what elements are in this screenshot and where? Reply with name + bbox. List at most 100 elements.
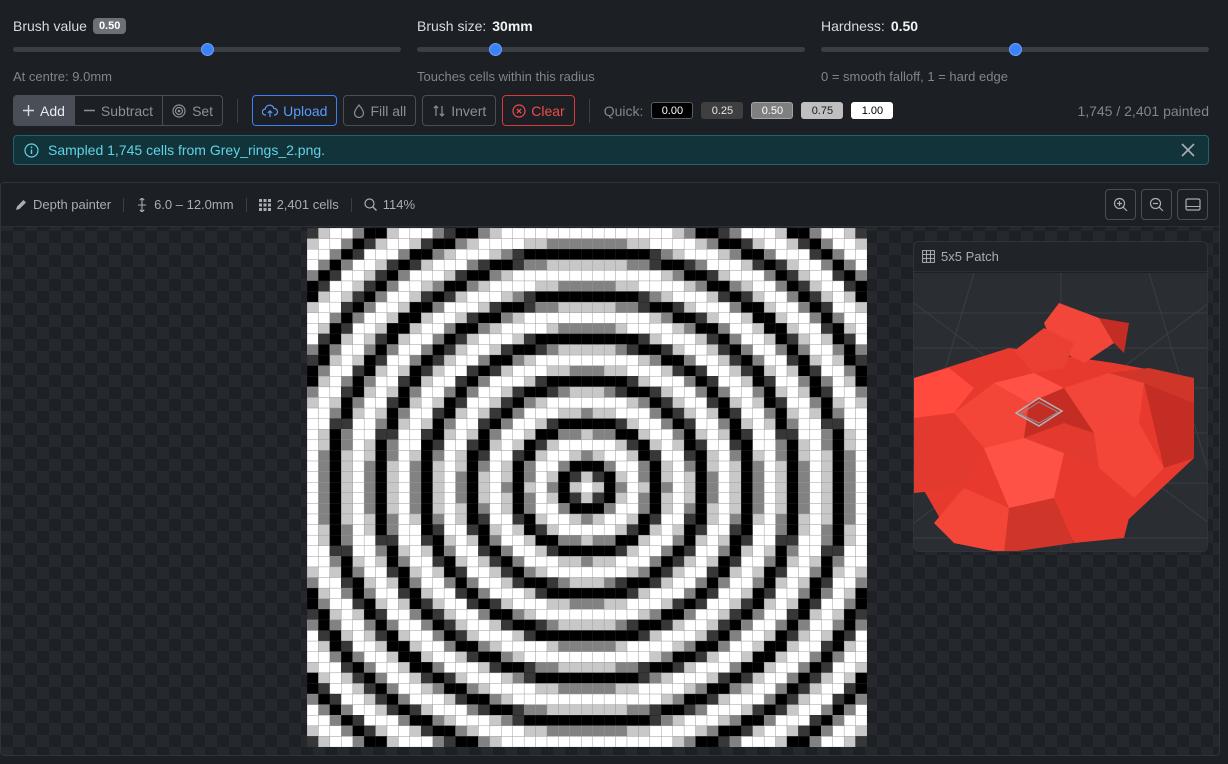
- grid-cell[interactable]: [661, 248, 673, 261]
- grid-cell[interactable]: [489, 503, 502, 515]
- grid-cell[interactable]: [363, 662, 376, 674]
- grid-cell[interactable]: [729, 534, 742, 547]
- grid-cell[interactable]: [363, 301, 376, 313]
- grid-cell[interactable]: [432, 693, 445, 705]
- grid-cell[interactable]: [386, 556, 399, 568]
- grid-cell[interactable]: [592, 429, 605, 441]
- grid-cell[interactable]: [363, 556, 376, 568]
- grid-cell[interactable]: [683, 407, 696, 419]
- grid-cell[interactable]: [501, 683, 513, 695]
- grid-cell[interactable]: [432, 577, 445, 589]
- grid-cell[interactable]: [786, 376, 799, 388]
- grid-cell[interactable]: [489, 693, 502, 705]
- grid-cell[interactable]: [329, 365, 342, 377]
- grid-cell[interactable]: [501, 301, 513, 313]
- grid-cell[interactable]: [615, 736, 628, 747]
- grid-cell[interactable]: [341, 524, 353, 536]
- grid-cell[interactable]: [546, 619, 559, 631]
- grid-cell[interactable]: [352, 259, 365, 271]
- grid-cell[interactable]: [455, 291, 468, 303]
- grid-cell[interactable]: [329, 248, 342, 261]
- grid-cell[interactable]: [649, 672, 662, 684]
- grid-cell[interactable]: [363, 693, 376, 705]
- grid-cell[interactable]: [786, 683, 799, 695]
- grid-cell[interactable]: [363, 577, 376, 589]
- grid-cell[interactable]: [661, 365, 673, 377]
- grid-cell[interactable]: [615, 534, 628, 547]
- grid-cell[interactable]: [375, 259, 388, 271]
- grid-cell[interactable]: [512, 725, 525, 737]
- grid-cell[interactable]: [832, 270, 845, 282]
- grid-cell[interactable]: [409, 386, 422, 398]
- grid-cell[interactable]: [569, 630, 582, 642]
- grid-cell[interactable]: [603, 280, 616, 292]
- grid-cell[interactable]: [672, 566, 685, 578]
- grid-cell[interactable]: [718, 228, 731, 239]
- grid-cell[interactable]: [455, 365, 468, 377]
- grid-cell[interactable]: [661, 524, 673, 536]
- grid-cell[interactable]: [386, 524, 399, 536]
- grid-cell[interactable]: [661, 429, 673, 441]
- grid-cell[interactable]: [741, 228, 753, 239]
- grid-cell[interactable]: [363, 386, 376, 398]
- grid-cell[interactable]: [318, 725, 331, 737]
- grid-cell[interactable]: [809, 598, 822, 610]
- grid-cell[interactable]: [718, 577, 731, 589]
- grid-cell[interactable]: [558, 492, 571, 504]
- grid-cell[interactable]: [512, 333, 525, 345]
- grid-cell[interactable]: [375, 312, 388, 324]
- grid-cell[interactable]: [798, 481, 811, 494]
- grid-cell[interactable]: [672, 376, 685, 388]
- grid-cell[interactable]: [649, 301, 662, 313]
- grid-cell[interactable]: [661, 481, 673, 494]
- grid-cell[interactable]: [832, 481, 845, 494]
- grid-cell[interactable]: [501, 503, 513, 515]
- grid-cell[interactable]: [638, 736, 651, 747]
- grid-cell[interactable]: [535, 640, 548, 652]
- grid-cell[interactable]: [329, 513, 342, 525]
- grid-cell[interactable]: [615, 312, 628, 324]
- grid-cell[interactable]: [375, 280, 388, 292]
- grid-cell[interactable]: [307, 513, 319, 525]
- grid-cell[interactable]: [626, 566, 639, 578]
- grid-cell[interactable]: [478, 365, 491, 377]
- grid-cell[interactable]: [752, 365, 765, 377]
- grid-cell[interactable]: [832, 513, 845, 525]
- grid-cell[interactable]: [421, 736, 433, 747]
- grid-cell[interactable]: [603, 481, 616, 494]
- grid-cell[interactable]: [649, 365, 662, 377]
- grid-cell[interactable]: [478, 683, 491, 695]
- grid-cell[interactable]: [421, 672, 433, 684]
- grid-cell[interactable]: [661, 619, 673, 631]
- grid-cell[interactable]: [763, 662, 776, 674]
- grid-cell[interactable]: [809, 259, 822, 271]
- grid-cell[interactable]: [409, 460, 422, 472]
- grid-cell[interactable]: [592, 587, 605, 599]
- grid-cell[interactable]: [386, 386, 399, 398]
- grid-cell[interactable]: [501, 672, 513, 684]
- grid-cell[interactable]: [855, 418, 867, 430]
- grid-cell[interactable]: [386, 715, 399, 727]
- grid-cell[interactable]: [741, 259, 753, 271]
- grid-cell[interactable]: [798, 704, 811, 716]
- grid-cell[interactable]: [695, 609, 708, 621]
- grid-cell[interactable]: [821, 534, 833, 547]
- grid-cell[interactable]: [546, 545, 559, 557]
- grid-cell[interactable]: [398, 291, 411, 303]
- grid-cell[interactable]: [775, 503, 788, 515]
- grid-cell[interactable]: [661, 662, 673, 674]
- grid-cell[interactable]: [363, 312, 376, 324]
- grid-cell[interactable]: [398, 556, 411, 568]
- grid-cell[interactable]: [786, 397, 799, 409]
- grid-cell[interactable]: [478, 715, 491, 727]
- grid-cell[interactable]: [672, 704, 685, 716]
- grid-cell[interactable]: [443, 386, 456, 398]
- grid-cell[interactable]: [798, 429, 811, 441]
- grid-cell[interactable]: [718, 365, 731, 377]
- grid-cell[interactable]: [638, 524, 651, 536]
- grid-cell[interactable]: [603, 556, 616, 568]
- grid-cell[interactable]: [695, 354, 708, 366]
- grid-cell[interactable]: [729, 386, 742, 398]
- grid-cell[interactable]: [798, 524, 811, 536]
- grid-cell[interactable]: [569, 418, 582, 430]
